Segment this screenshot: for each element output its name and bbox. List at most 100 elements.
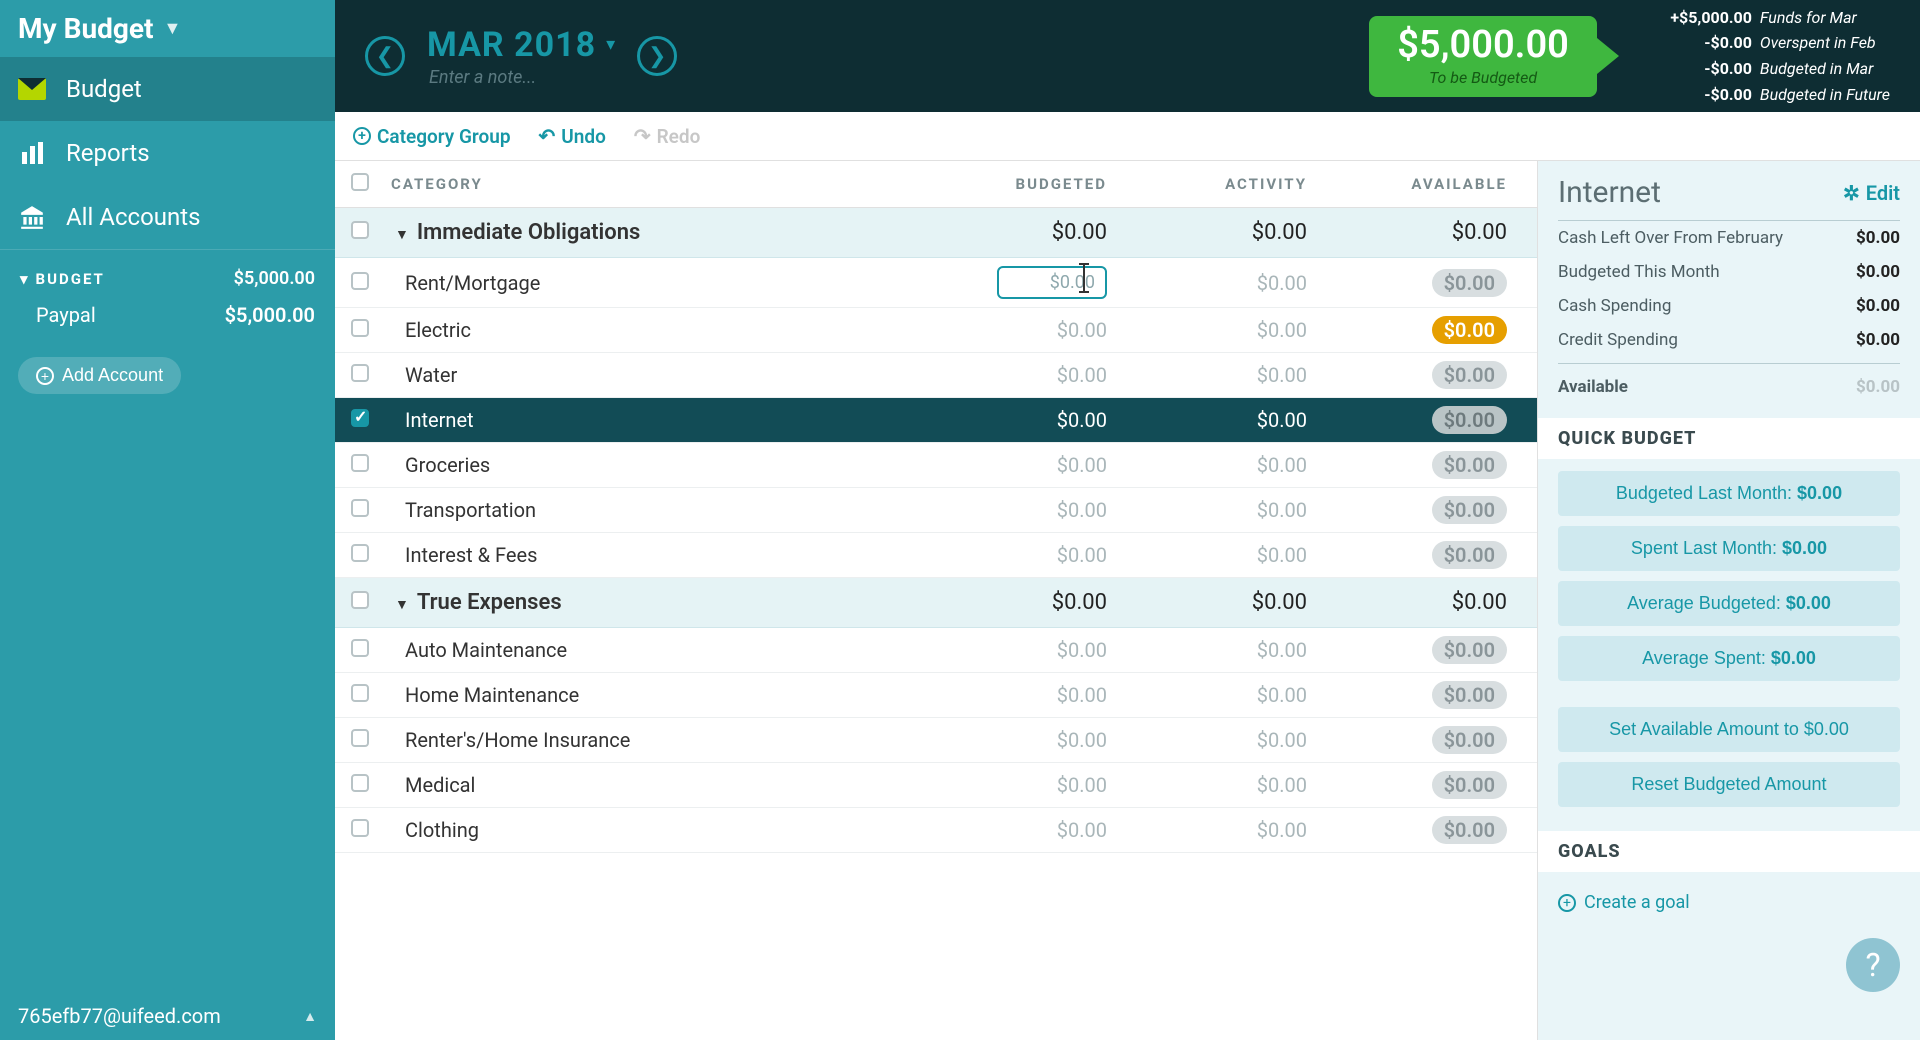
- category-row[interactable]: Water $0.00 $0.00 $0.00: [335, 353, 1537, 398]
- category-group-row[interactable]: ▼True Expenses $0.00 $0.00 $0.00: [335, 578, 1537, 628]
- undo-button[interactable]: ↶ Undo: [539, 124, 606, 148]
- budgeted-cell[interactable]: $0.00: [921, 363, 1121, 387]
- activity-cell: $0.00: [1121, 543, 1321, 567]
- redo-button[interactable]: ↷ Redo: [634, 124, 701, 148]
- category-row[interactable]: Medical $0.00 $0.00 $0.00: [335, 763, 1537, 808]
- group-name: Immediate Obligations: [417, 220, 640, 245]
- category-row[interactable]: Auto Maintenance $0.00 $0.00 $0.00: [335, 628, 1537, 673]
- available-pill[interactable]: $0.00: [1432, 361, 1507, 389]
- account-item-paypal[interactable]: Paypal $5,000.00: [0, 295, 335, 335]
- budgeted-cell[interactable]: $0.00: [921, 453, 1121, 477]
- row-checkbox[interactable]: [351, 819, 369, 837]
- budgeted-cell[interactable]: $0.00: [921, 543, 1121, 567]
- qb-set-available[interactable]: Set Available Amount to $0.00: [1558, 707, 1900, 752]
- qb-average-budgeted[interactable]: Average Budgeted: $0.00: [1558, 581, 1900, 626]
- create-goal-link[interactable]: + Create a goal: [1558, 884, 1900, 921]
- budget-name-dropdown[interactable]: My Budget ▼: [0, 0, 335, 57]
- activity-cell: $0.00: [1121, 318, 1321, 342]
- edit-category-button[interactable]: ✲ Edit: [1843, 181, 1900, 205]
- chevron-down-icon: ▼: [163, 18, 181, 39]
- row-checkbox[interactable]: [351, 639, 369, 657]
- nav-budget[interactable]: Budget: [0, 57, 335, 121]
- row-checkbox[interactable]: [351, 409, 369, 427]
- category-row[interactable]: Renter's/Home Insurance $0.00 $0.00 $0.0…: [335, 718, 1537, 763]
- available-pill[interactable]: $0.00: [1432, 316, 1507, 344]
- budgeted-cell[interactable]: $0.00: [921, 408, 1121, 432]
- row-checkbox[interactable]: [351, 319, 369, 337]
- month-label: MAR 2018: [427, 25, 596, 65]
- budgeted-cell[interactable]: $0.00: [921, 318, 1121, 342]
- activity-cell: $0.00: [1121, 498, 1321, 522]
- col-header-activity: ACTIVITY: [1121, 175, 1321, 193]
- category-group-row[interactable]: ▼Immediate Obligations $0.00 $0.00 $0.00: [335, 208, 1537, 258]
- available-pill[interactable]: $0.00: [1432, 726, 1507, 754]
- qb-budgeted-last-month[interactable]: Budgeted Last Month: $0.00: [1558, 471, 1900, 516]
- budgeted-cell[interactable]: $0.00: [921, 683, 1121, 707]
- row-checkbox[interactable]: [351, 454, 369, 472]
- prev-month-button[interactable]: ❮: [365, 36, 405, 76]
- available-pill[interactable]: $0.00: [1432, 771, 1507, 799]
- category-name: Clothing: [391, 818, 921, 842]
- category-row[interactable]: Groceries $0.00 $0.00 $0.00: [335, 443, 1537, 488]
- help-button[interactable]: ?: [1846, 938, 1900, 992]
- select-all-checkbox[interactable]: [351, 173, 369, 191]
- add-category-group-button[interactable]: + Category Group: [353, 125, 511, 148]
- row-checkbox[interactable]: [351, 684, 369, 702]
- nav-reports[interactable]: Reports: [0, 121, 335, 185]
- account-balance: $5,000.00: [225, 303, 315, 327]
- category-name: Water: [391, 363, 921, 387]
- inspector-title: Internet: [1558, 175, 1661, 210]
- category-name: Medical: [391, 773, 921, 797]
- budgeted-cell[interactable]: $0.00: [921, 498, 1121, 522]
- budgeted-input[interactable]: [997, 266, 1107, 299]
- nav-label: Reports: [66, 139, 150, 167]
- available-pill[interactable]: $0.00: [1432, 816, 1507, 844]
- plus-circle-icon: +: [36, 367, 54, 385]
- qb-spent-last-month[interactable]: Spent Last Month: $0.00: [1558, 526, 1900, 571]
- goals-header: GOALS: [1538, 831, 1920, 872]
- next-month-button[interactable]: ❯: [637, 36, 677, 76]
- note-input[interactable]: Enter a note...: [429, 67, 615, 88]
- plus-circle-icon: +: [353, 127, 371, 145]
- available-pill[interactable]: $0.00: [1432, 541, 1507, 569]
- available-pill[interactable]: $0.00: [1432, 681, 1507, 709]
- available-pill[interactable]: $0.00: [1432, 451, 1507, 479]
- activity-cell: $0.00: [1121, 773, 1321, 797]
- qb-average-spent[interactable]: Average Spent: $0.00: [1558, 636, 1900, 681]
- grid-header: CATEGORY BUDGETED ACTIVITY AVAILABLE: [335, 161, 1537, 208]
- available-pill[interactable]: $0.00: [1432, 636, 1507, 664]
- budgeted-cell[interactable]: $0.00: [921, 773, 1121, 797]
- row-checkbox[interactable]: [351, 499, 369, 517]
- activity-cell: $0.00: [1121, 818, 1321, 842]
- category-row[interactable]: Electric $0.00 $0.00 $0.00: [335, 308, 1537, 353]
- group-checkbox[interactable]: [351, 591, 369, 609]
- group-activity: $0.00: [1121, 590, 1321, 615]
- budgeted-cell[interactable]: $0.00: [921, 638, 1121, 662]
- nav-all-accounts[interactable]: All Accounts: [0, 185, 335, 249]
- available-pill[interactable]: $0.00: [1432, 269, 1507, 297]
- category-name: Auto Maintenance: [391, 638, 921, 662]
- user-menu[interactable]: 765efb77@uifeed.com ▲: [0, 992, 335, 1040]
- group-checkbox[interactable]: [351, 221, 369, 239]
- available-pill[interactable]: $0.00: [1432, 496, 1507, 524]
- qb-reset-budgeted[interactable]: Reset Budgeted Amount: [1558, 762, 1900, 807]
- budgeted-cell[interactable]: $0.00: [921, 818, 1121, 842]
- category-row[interactable]: Transportation $0.00 $0.00 $0.00: [335, 488, 1537, 533]
- row-checkbox[interactable]: [351, 774, 369, 792]
- category-row[interactable]: Clothing $0.00 $0.00 $0.00: [335, 808, 1537, 853]
- add-account-button[interactable]: + Add Account: [18, 357, 181, 394]
- category-row[interactable]: Rent/Mortgage $0.00 $0.00: [335, 258, 1537, 308]
- category-row[interactable]: Interest & Fees $0.00 $0.00 $0.00: [335, 533, 1537, 578]
- row-checkbox[interactable]: [351, 272, 369, 290]
- month-selector[interactable]: MAR 2018 ▾: [427, 25, 615, 65]
- category-row[interactable]: Internet $0.00 $0.00 $0.00: [335, 398, 1537, 443]
- category-row[interactable]: Home Maintenance $0.00 $0.00 $0.00: [335, 673, 1537, 718]
- row-checkbox[interactable]: [351, 544, 369, 562]
- user-email: 765efb77@uifeed.com: [18, 1004, 221, 1028]
- nav-label: Budget: [66, 75, 142, 103]
- sidebar-budget-header[interactable]: ▾BUDGET $5,000.00: [0, 250, 335, 295]
- budgeted-cell[interactable]: $0.00: [921, 728, 1121, 752]
- available-pill[interactable]: $0.00: [1432, 406, 1507, 434]
- row-checkbox[interactable]: [351, 364, 369, 382]
- row-checkbox[interactable]: [351, 729, 369, 747]
